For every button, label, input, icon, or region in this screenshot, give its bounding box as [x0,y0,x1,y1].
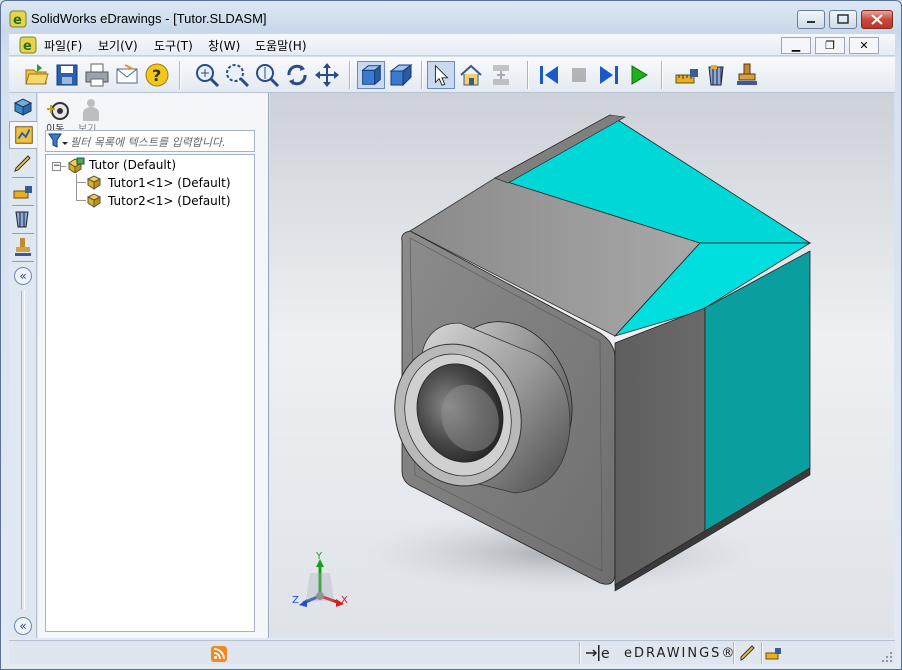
toolbar-separator [349,61,351,89]
sheets-tab[interactable] [9,121,37,149]
menu-window[interactable]: 창(W) [204,36,244,55]
svg-text:?: ? [152,66,161,85]
edrawings-brand-text: eDRAWINGS® [624,646,737,661]
edrawings-app-icon: e [9,10,27,28]
move-component-icon[interactable] [46,99,70,123]
document-icon[interactable]: e [19,36,37,54]
mdi-restore-button[interactable]: ❐ [815,37,845,54]
menu-help[interactable]: 도움말(H) [251,36,311,55]
restore-icon: ❐ [825,39,835,52]
pan-icon[interactable] [313,61,341,89]
svg-text:e: e [13,13,22,28]
part-icon [86,175,102,190]
assembly-model[interactable]: Y X Z [270,93,894,638]
close-icon: ✕ [859,39,869,52]
stamp-icon[interactable] [733,61,761,89]
double-chevron-left-icon: « [19,619,27,633]
minimize-button[interactable] [797,10,825,29]
minimize-icon: ▁ [791,39,801,52]
triad-x-label: X [341,595,348,606]
menu-tools[interactable]: 도구(T) [150,36,197,55]
first-frame-icon[interactable] [535,61,563,89]
show-component-icon[interactable] [78,97,102,123]
tree-item-tutor2[interactable]: Tutor2<1> (Default) [108,194,231,208]
rss-feed-icon[interactable] [211,646,227,662]
menu-bar: e 파일(F) 보기(V) 도구(T) 창(W) 도움말(H) ▁ ❐ ✕ [9,34,895,56]
menu-view[interactable]: 보기(V) [94,36,142,55]
measure-icon[interactable] [673,61,701,89]
title-bar[interactable]: e SolidWorks eDrawings - [Tutor.SLDASM] [1,1,901,35]
pane-tab-strip: « « [9,93,37,638]
components-tab-icon[interactable] [11,95,35,119]
select-icon[interactable] [427,61,455,89]
toolbar-separator [179,61,181,89]
tree-item-tutor1[interactable]: Tutor1<1> (Default) [108,176,231,190]
triad-z-label: Z [292,595,299,606]
status-separator [579,642,581,664]
toolbar-separator [661,61,663,89]
zoom-area-icon[interactable] [223,61,251,89]
toolbar-separator [527,61,529,89]
edrawings-logo-icon: e [586,645,610,662]
section-icon[interactable] [703,61,731,89]
toolbar-separator [421,61,423,89]
status-separator [733,642,735,664]
save-icon[interactable] [53,61,81,89]
status-bar: e eDRAWINGS® [9,640,895,664]
app-window: e SolidWorks eDrawings - [Tutor.SLDASM] … [0,0,902,670]
axis-triad: Y X Z [292,551,348,607]
shaded-view-icon[interactable] [357,61,385,89]
perspective-icon[interactable] [387,61,415,89]
help-icon[interactable]: ? [143,61,171,89]
resize-grip-icon[interactable] [881,651,893,663]
play-icon[interactable] [625,61,653,89]
section-tab-icon[interactable] [11,207,35,231]
markup-tab-icon[interactable] [11,151,35,175]
tree-item-root[interactable]: Tutor (Default) [89,158,176,172]
feature-tree: − Tutor (Default) Tutor1<1> (Default) Tu… [45,154,255,632]
close-button[interactable] [861,10,893,29]
minimize-icon [807,21,815,23]
stamp-tab-icon[interactable] [11,235,35,259]
double-chevron-left-icon: « [19,269,27,283]
menu-file[interactable]: 파일(F) [40,36,86,55]
graphics-viewport[interactable]: Y X Z [270,93,894,638]
filter-input[interactable]: 필터 목록에 텍스트를 입력합니다. [70,134,226,150]
triad-y-label: Y [315,551,323,562]
main-toolbar: ? [9,57,895,93]
part-icon [86,193,102,208]
explode-icon[interactable] [487,61,515,89]
home-icon[interactable] [457,61,485,89]
zoom-in-out-icon[interactable] [253,61,281,89]
filter-funnel-icon[interactable] [48,133,68,149]
markup-pen-icon[interactable] [739,644,757,662]
mdi-close-button[interactable]: ✕ [849,37,879,54]
window-title: SolidWorks eDrawings - [Tutor.SLDASM] [31,11,267,26]
stop-icon[interactable] [565,61,593,89]
svg-text:e: e [601,646,610,662]
filter-box[interactable]: 필터 목록에 텍스트를 입력합니다. [45,130,255,152]
zoom-to-fit-icon[interactable] [193,61,221,89]
assembly-icon [68,157,85,173]
last-frame-icon[interactable] [595,61,623,89]
maximize-button[interactable] [829,10,857,29]
sheets-tab-icon [15,126,33,144]
send-mail-icon[interactable] [113,61,141,89]
maximize-icon [837,14,849,24]
measure-tab-icon[interactable] [11,179,35,203]
print-icon[interactable] [83,61,111,89]
strip-divider [21,291,25,609]
svg-text:e: e [23,39,32,54]
edrawings-brand: e eDRAWINGS® [585,643,734,663]
tree-collapse-toggle[interactable]: − [52,162,61,171]
measure-status-icon[interactable] [765,645,783,661]
status-separator [761,642,763,664]
close-icon [871,14,883,25]
collapse-pane-button[interactable]: « [14,267,32,285]
open-icon[interactable] [23,61,51,89]
mdi-minimize-button[interactable]: ▁ [781,37,811,54]
rotate-icon[interactable] [283,61,311,89]
collapse-strip-button[interactable]: « [14,617,32,635]
component-panel: 이동 보기 필터 목록에 텍스트를 입력합니다. − Tutor (Defaul… [38,93,269,638]
